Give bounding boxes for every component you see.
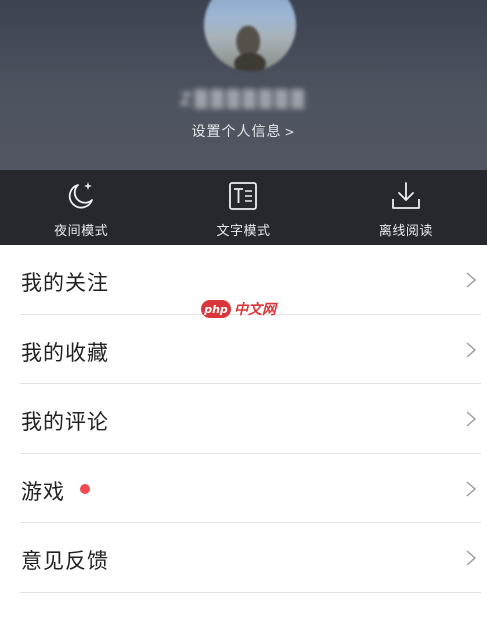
text-mode-icon: [229, 182, 258, 210]
watermark-logo: php: [201, 300, 231, 318]
mode-bar: 夜间模式 文字模式 离线阅读: [0, 170, 487, 245]
chevron-right-icon: [466, 272, 477, 288]
chevron-right-icon: [466, 550, 477, 566]
profile-screen: Z▒▒▒▒▒▒▒ 设置个人信息 > 夜间模式 文字模式 离线阅读 我的关注 我的…: [0, 0, 487, 619]
offline-read-label: 离线阅读: [378, 224, 433, 239]
night-mode-button[interactable]: 夜间模式: [0, 170, 162, 245]
notification-dot: [80, 483, 90, 494]
moon-sparkle-icon: [69, 182, 94, 209]
menu-item-games[interactable]: 游戏: [20, 454, 481, 523]
night-mode-label: 夜间模式: [54, 224, 109, 239]
profile-header: Z▒▒▒▒▒▒▒ 设置个人信息 >: [0, 0, 487, 170]
menu-item-label: 意见反馈: [21, 549, 109, 573]
avatar[interactable]: [204, 0, 296, 71]
download-icon: [391, 182, 420, 209]
menu-item-feedback[interactable]: 意见反馈: [20, 523, 481, 593]
username: Z▒▒▒▒▒▒▒: [179, 90, 308, 110]
chevron-right-icon: [466, 411, 477, 427]
chevron-right-icon: >: [284, 125, 296, 139]
menu-item-label: 游戏: [21, 479, 65, 504]
menu-item-label: 我的评论: [21, 410, 109, 434]
edit-profile-link[interactable]: 设置个人信息 >: [0, 121, 487, 141]
watermark: php 中文网: [201, 299, 276, 319]
menu-item-label: 我的关注: [21, 271, 109, 295]
text-mode-button[interactable]: 文字模式: [162, 170, 324, 245]
menu-item-favorites[interactable]: 我的收藏: [20, 315, 481, 384]
watermark-text: 中文网: [234, 302, 276, 318]
chevron-right-icon: [466, 341, 477, 358]
chevron-right-icon: [466, 480, 477, 497]
menu-list: 我的关注 我的收藏 我的评论 游戏 意见反馈: [0, 245, 487, 593]
menu-item-label: 我的收藏: [21, 340, 109, 365]
menu-item-comments[interactable]: 我的评论: [20, 384, 481, 454]
text-mode-label: 文字模式: [216, 224, 271, 239]
edit-profile-label: 设置个人信息: [191, 124, 282, 140]
offline-read-button[interactable]: 离线阅读: [325, 170, 487, 245]
